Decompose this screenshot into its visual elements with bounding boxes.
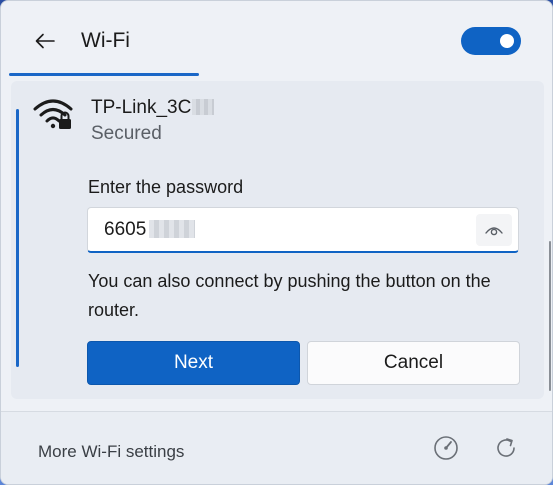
refresh-icon[interactable] [492, 434, 520, 462]
back-button[interactable] [29, 25, 61, 57]
toggle-knob [500, 34, 514, 48]
cancel-button[interactable]: Cancel [307, 341, 520, 385]
password-input[interactable]: 6605 [87, 207, 519, 253]
scrollbar[interactable] [549, 241, 551, 391]
wifi-lock-icon [33, 93, 77, 133]
header-underline [9, 73, 199, 76]
redacted-area [149, 220, 196, 238]
password-label: Enter the password [88, 177, 244, 197]
selection-indicator [16, 109, 19, 367]
wifi-flyout-panel: Wi-Fi TP-Link_3C Secured Enter the passw… [0, 0, 553, 485]
network-card: TP-Link_3C Secured Enter the password 66… [11, 81, 551, 399]
wifi-toggle[interactable] [461, 27, 521, 55]
eye-icon [485, 227, 503, 236]
password-value-text: 6605 [104, 219, 147, 240]
redacted-area [192, 99, 215, 115]
network-status: Secured [91, 123, 162, 144]
speedometer-icon[interactable] [432, 434, 460, 462]
password-value: 6605 [104, 219, 196, 241]
next-button[interactable]: Next [87, 341, 300, 385]
more-wifi-settings-link[interactable]: More Wi-Fi settings [38, 442, 184, 462]
page-title: Wi-Fi [81, 29, 130, 52]
wps-hint: You can also connect by pushing the butt… [88, 271, 491, 320]
reveal-password-button[interactable] [476, 214, 512, 246]
network-ssid: TP-Link_3C [91, 97, 215, 119]
network-ssid-text: TP-Link_3C [91, 97, 192, 118]
arrow-left-icon [35, 33, 55, 49]
flyout-footer: More Wi-Fi settings [1, 412, 552, 484]
flyout-header: Wi-Fi [1, 1, 552, 81]
